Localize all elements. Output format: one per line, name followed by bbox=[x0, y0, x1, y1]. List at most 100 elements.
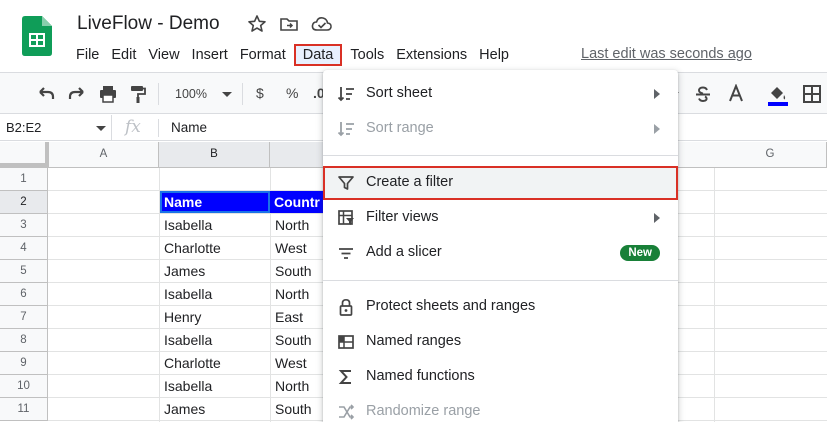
row-header[interactable]: 8 bbox=[0, 329, 48, 352]
menu-sort-range[interactable]: Sort range bbox=[323, 112, 678, 146]
row-header[interactable]: 3 bbox=[0, 214, 48, 237]
menu-view[interactable]: View bbox=[142, 44, 185, 66]
undo-icon[interactable] bbox=[36, 84, 56, 104]
column-header-a[interactable]: A bbox=[49, 142, 159, 167]
gridline bbox=[714, 168, 715, 422]
menu-filter-views[interactable]: Filter views bbox=[323, 201, 678, 235]
grid-cell[interactable]: South bbox=[271, 398, 323, 420]
menu-protect-sheets[interactable]: Protect sheets and ranges bbox=[323, 290, 678, 324]
cell-c2[interactable]: Countr bbox=[270, 191, 323, 213]
sheets-logo-icon[interactable] bbox=[22, 16, 52, 56]
sort-icon bbox=[337, 85, 355, 103]
grid-cell[interactable]: Isabella bbox=[160, 375, 270, 397]
formula-divider bbox=[158, 119, 159, 137]
grid-cell[interactable]: North bbox=[271, 214, 323, 236]
row-header[interactable]: 1 bbox=[0, 168, 48, 191]
row-header[interactable]: 10 bbox=[0, 375, 48, 398]
name-box[interactable]: B2:E2 bbox=[0, 115, 112, 140]
zoom-select[interactable]: 100% bbox=[166, 83, 236, 105]
slicer-icon bbox=[337, 244, 355, 262]
grid-cell[interactable]: Isabella bbox=[160, 283, 270, 305]
sort-icon bbox=[337, 120, 355, 138]
row-header[interactable]: 6 bbox=[0, 283, 48, 306]
text-color-icon[interactable] bbox=[726, 83, 746, 104]
menu-edit[interactable]: Edit bbox=[105, 44, 142, 66]
row-header[interactable]: 7 bbox=[0, 306, 48, 329]
grid-cell[interactable]: West bbox=[271, 352, 323, 374]
spreadsheet-app: LiveFlow - Demo File Edit View Insert Fo… bbox=[0, 0, 827, 422]
row-header[interactable]: 11 bbox=[0, 398, 48, 421]
paint-format-icon[interactable] bbox=[128, 84, 148, 104]
percent-format-button[interactable]: % bbox=[286, 85, 298, 101]
formula-input[interactable]: Name bbox=[171, 120, 207, 135]
row-header[interactable]: 4 bbox=[0, 237, 48, 260]
submenu-arrow-icon bbox=[654, 89, 660, 99]
menu-file[interactable]: File bbox=[70, 44, 105, 66]
sigma-icon bbox=[337, 368, 355, 386]
doc-title[interactable]: LiveFlow - Demo bbox=[77, 13, 220, 35]
menu-create-filter[interactable]: Create a filter bbox=[323, 166, 678, 200]
row-header[interactable]: 5 bbox=[0, 260, 48, 283]
menu-named-ranges[interactable]: Named ranges bbox=[323, 325, 678, 359]
row-header[interactable]: 9 bbox=[0, 352, 48, 375]
move-folder-icon[interactable] bbox=[279, 14, 299, 34]
menu-tools[interactable]: Tools bbox=[344, 44, 390, 66]
grid-cell[interactable]: North bbox=[271, 375, 323, 397]
strikethrough-icon[interactable] bbox=[693, 84, 713, 104]
named-ranges-icon bbox=[337, 333, 355, 351]
data-menu-dropdown: Sort sheet Sort range Create a filter Fi… bbox=[323, 70, 678, 422]
grid-cell[interactable]: James bbox=[160, 260, 270, 282]
menu-item-label: Add a slicer bbox=[366, 244, 442, 260]
shuffle-icon bbox=[337, 403, 355, 421]
zoom-value: 100% bbox=[175, 87, 207, 101]
lock-icon bbox=[337, 298, 355, 316]
grid-cell[interactable]: Isabella bbox=[160, 214, 270, 236]
menu-extensions[interactable]: Extensions bbox=[390, 44, 473, 66]
redo-icon[interactable] bbox=[67, 84, 87, 104]
print-icon[interactable] bbox=[98, 84, 118, 104]
menu-insert[interactable]: Insert bbox=[186, 44, 234, 66]
new-badge: New bbox=[620, 245, 660, 261]
menu-item-label: Protect sheets and ranges bbox=[366, 298, 536, 314]
cloud-saved-icon[interactable] bbox=[311, 14, 332, 34]
menu-format[interactable]: Format bbox=[234, 44, 292, 66]
menu-data[interactable]: Data bbox=[293, 44, 343, 66]
fill-color-icon[interactable] bbox=[767, 84, 788, 106]
menu-randomize-range[interactable]: Randomize range bbox=[323, 395, 678, 422]
currency-format-button[interactable]: $ bbox=[256, 85, 264, 101]
borders-icon[interactable] bbox=[802, 84, 822, 104]
grid-cell[interactable]: James bbox=[160, 398, 270, 420]
menu-sort-sheet[interactable]: Sort sheet bbox=[323, 77, 678, 111]
cell-b2[interactable]: Name bbox=[160, 191, 270, 213]
filter-icon bbox=[337, 174, 355, 192]
toolbar-divider bbox=[242, 83, 243, 105]
grid-cell[interactable]: Charlotte bbox=[160, 237, 270, 259]
menu-item-label: Randomize range bbox=[366, 403, 481, 419]
column-header-g[interactable]: G bbox=[714, 142, 827, 167]
grid-cell[interactable]: South bbox=[271, 260, 323, 282]
row-header[interactable]: 2 bbox=[0, 191, 48, 214]
star-icon[interactable] bbox=[247, 14, 267, 34]
submenu-arrow-icon bbox=[654, 213, 660, 223]
menu-named-functions[interactable]: Named functions bbox=[323, 360, 678, 394]
menu-item-label: Sort range bbox=[366, 120, 434, 136]
grid-cell[interactable]: West bbox=[271, 237, 323, 259]
grid-cell[interactable]: South bbox=[271, 329, 323, 351]
grid-cell[interactable]: Charlotte bbox=[160, 352, 270, 374]
grid-cell[interactable]: Isabella bbox=[160, 329, 270, 351]
filter-views-icon bbox=[337, 209, 355, 227]
column-header-c[interactable] bbox=[270, 142, 330, 167]
menu-item-label: Filter views bbox=[366, 209, 439, 225]
toolbar-divider bbox=[158, 83, 159, 105]
menu-item-label: Create a filter bbox=[366, 174, 454, 190]
grid-cell[interactable]: Henry bbox=[160, 306, 270, 328]
select-all-corner[interactable] bbox=[0, 142, 49, 167]
menu-add-slicer[interactable]: Add a slicer New bbox=[323, 236, 678, 270]
grid-cell[interactable]: North bbox=[271, 283, 323, 305]
menu-item-label: Named ranges bbox=[366, 333, 462, 349]
column-header-b[interactable]: B bbox=[159, 142, 270, 167]
grid-cell[interactable]: East bbox=[271, 306, 323, 328]
last-edit-link[interactable]: Last edit was seconds ago bbox=[581, 46, 752, 62]
menu-help[interactable]: Help bbox=[473, 44, 515, 66]
submenu-arrow-icon bbox=[654, 124, 660, 134]
